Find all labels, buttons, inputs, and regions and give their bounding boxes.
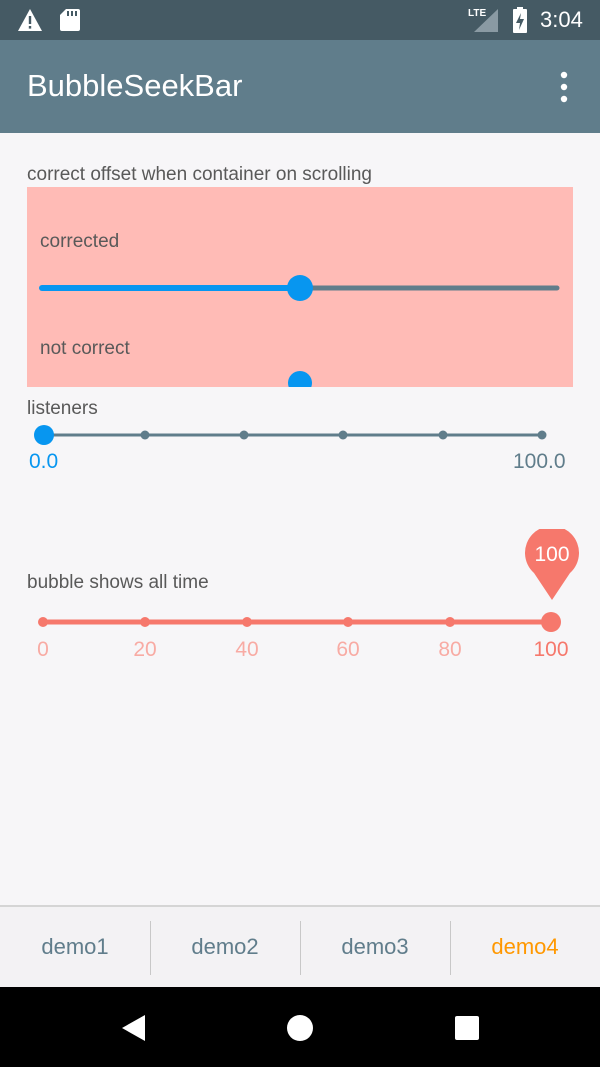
listeners-seekbar-thumb [34,425,54,445]
app-bar: BubbleSeekBar [0,40,600,133]
bubble-tick-label-selected: 100 [533,638,569,661]
not-correct-seekbar[interactable] [27,370,573,387]
progress-bubble-text: 100 [534,543,570,566]
corrected-seekbar[interactable] [27,273,573,303]
scroll-container-heading: correct offset when container on scrolli… [27,164,372,185]
listeners-max-value: 100.0 [513,450,566,473]
tab-demo1[interactable]: demo1 [0,907,150,987]
tab-demo2[interactable]: demo2 [150,907,300,987]
not-correct-label: not correct [40,338,130,359]
listeners-section-mark [438,430,448,440]
listeners-section-mark [338,430,348,440]
sd-card-icon [60,9,80,31]
listeners-seekbar[interactable] [0,420,600,450]
listeners-section-mark [239,430,249,440]
overflow-menu-icon[interactable] [550,70,578,104]
bubble-all-time-label: bubble shows all time [27,572,209,593]
bubble-tick-label: 20 [133,638,157,661]
bubble-section-mark [38,617,48,627]
bubble-all-time-seekbar[interactable] [0,607,600,637]
recents-icon[interactable] [454,1015,480,1041]
battery-icon [513,7,527,33]
bubble-seekbar-thumb [541,612,561,632]
listeners-label: listeners [27,398,98,419]
bubble-tick-label: 40 [235,638,259,661]
warning-icon [18,9,42,31]
bubble-section-mark [445,617,455,627]
signal-icon: LTE [468,8,498,32]
listeners-section-mark [140,430,150,440]
tab-demo4[interactable]: demo4 [450,907,600,987]
tab-demo3[interactable]: demo3 [300,907,450,987]
bubble-section-mark [343,617,353,627]
bubble-section-mark [242,617,252,627]
corrected-seekbar-thumb [287,275,313,301]
bubble-tick-label: 80 [438,638,462,661]
status-bar: LTE 3:04 [0,0,600,40]
listeners-section-mark [537,430,547,440]
bottom-tab-bar: demo1 demo2 demo3 demo4 [0,905,600,987]
network-type: LTE [468,8,486,19]
scroll-container[interactable]: corrected not correct [27,187,573,387]
bubble-tick-label: 0 [37,638,49,661]
bubble-section-mark [140,617,150,627]
system-nav-bar [0,987,600,1067]
not-correct-seekbar-thumb [288,371,312,387]
corrected-label: corrected [40,231,120,252]
listeners-min-value: 0.0 [29,450,59,473]
home-icon[interactable] [286,1014,314,1042]
app-title: BubbleSeekBar [27,68,243,103]
back-icon[interactable] [120,1014,146,1042]
clock: 3:04 [540,7,583,32]
bubble-tick-label: 60 [336,638,360,661]
